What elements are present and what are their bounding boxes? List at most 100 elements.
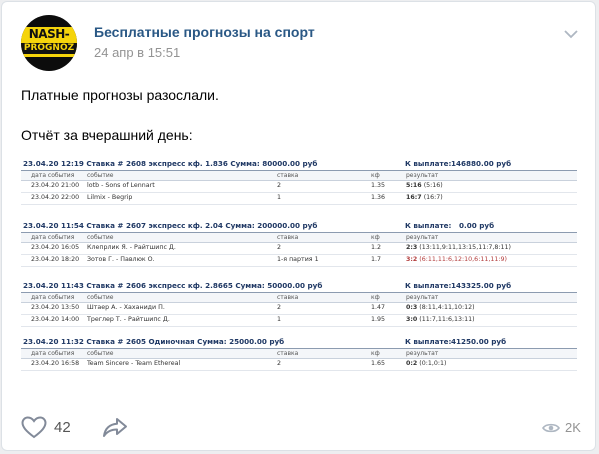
payout-value: 146880.00 руб xyxy=(451,159,512,168)
cell-event: lotb - Sons of Lennart xyxy=(87,182,155,189)
result-score: 2:3 xyxy=(406,244,418,251)
report-column-headers: дата события событие ставка кф результат xyxy=(21,232,577,243)
cell-result: 5:16 (5:16) xyxy=(406,182,443,189)
result-detail: (16:7) xyxy=(423,194,443,201)
cell-date: 23.04.20 16:05 xyxy=(31,244,80,251)
chevron-down-icon[interactable] xyxy=(564,30,578,39)
column-header: событие xyxy=(87,234,114,241)
cell-event: Зотов Г. - Павлюк О. xyxy=(87,256,155,263)
column-header: событие xyxy=(87,172,114,179)
result-score: 3:0 xyxy=(406,316,418,323)
column-header: дата события xyxy=(31,172,75,179)
payout-value: 0.00 руб xyxy=(459,221,495,230)
cell-result: 0:2 (0:1,0:1) xyxy=(406,360,446,367)
column-header: результат xyxy=(406,172,439,179)
report-row: 23.04.20 22:00 Lilmix - Begrip 1 1.36 16:7 (… xyxy=(21,193,577,205)
column-header: событие xyxy=(87,294,114,301)
report-block-title: 23.04.20 12:19 Ставка # 2608 экспресс кф… xyxy=(23,159,318,168)
likes-count[interactable]: 42 xyxy=(54,419,71,436)
cell-date: 23.04.20 16:58 xyxy=(31,360,80,367)
report-block-title: 23.04.20 11:32 Ставка # 2605 Одиночная С… xyxy=(23,337,285,346)
result-score: 0:2 xyxy=(406,360,418,367)
column-header: событие xyxy=(87,350,114,357)
cell-odds: 1.47 xyxy=(371,304,386,311)
cell-odds: 1.7 xyxy=(371,256,382,263)
author-name[interactable]: Бесплатные прогнозы на спорт xyxy=(94,24,315,40)
column-header: дата события xyxy=(31,350,75,357)
cell-date: 23.04.20 13:50 xyxy=(31,304,80,311)
cell-odds: 1.65 xyxy=(371,360,386,367)
cell-odds: 1.36 xyxy=(371,194,386,201)
result-detail: (11:7,11:6,13:11) xyxy=(419,316,475,323)
report-row: 23.04.20 18:20 Зотов Г. - Павлюк О. 1-я па… xyxy=(21,255,577,267)
cell-event: Team Sincere - Team Ethereal xyxy=(87,360,181,367)
cell-odds: 1.2 xyxy=(371,244,382,251)
column-header: ставка xyxy=(277,234,299,241)
post-text-line2: Отчёт за вчерашний день: xyxy=(21,127,193,143)
column-header: дата события xyxy=(31,234,75,241)
result-detail: (5:16) xyxy=(423,182,443,189)
eye-icon xyxy=(542,423,560,433)
cell-stake: 1-я партия 1 xyxy=(277,256,319,263)
report-block-title: 23.04.20 11:54 Ставка # 2607 экспресс кф… xyxy=(23,221,318,230)
payout-label: К выплате: xyxy=(405,337,452,346)
column-header: ставка xyxy=(277,350,299,357)
cell-date: 23.04.20 21:00 xyxy=(31,182,80,189)
column-header: результат xyxy=(406,234,439,241)
result-score: 0:3 xyxy=(406,304,418,311)
column-header: кф xyxy=(371,294,380,301)
cell-stake: 1 xyxy=(277,316,282,323)
report-row: 23.04.20 16:58 Team Sincere - Team Ethere… xyxy=(21,359,577,371)
cell-stake: 2 xyxy=(277,304,282,311)
report-column-headers: дата события событие ставка кф результат xyxy=(21,170,577,181)
views-count: 2K xyxy=(565,420,581,435)
post-date[interactable]: 24 апр в 15:51 xyxy=(94,45,180,60)
result-score: 16:7 xyxy=(406,194,422,201)
heart-icon[interactable] xyxy=(21,416,47,439)
result-detail: (6:11,11:6,12:10,6:11,11:9) xyxy=(419,256,507,263)
report-row: 23.04.20 21:00 lotb - Sons of Lennart 2 1.3… xyxy=(21,181,577,193)
avatar-logo-line1: NASH- xyxy=(28,27,70,41)
result-score: 5:16 xyxy=(406,182,422,189)
column-header: результат xyxy=(406,350,439,357)
cell-stake: 1 xyxy=(277,194,282,201)
payout-label: К выплате: xyxy=(405,281,452,290)
avatar[interactable]: NASH- PROGNOZ xyxy=(21,15,77,71)
cell-result: 2:3 (13:11,9:11,13:15,11:7,8:11) xyxy=(406,244,511,251)
column-header: кф xyxy=(371,172,380,179)
column-header: кф xyxy=(371,234,380,241)
cell-stake: 2 xyxy=(277,360,282,367)
column-header: кф xyxy=(371,350,380,357)
avatar-logo-line2: PROGNOZ xyxy=(21,43,77,54)
report-row: 23.04.20 14:00 Треглер Т. - Райтшипс Д. 1 1… xyxy=(21,315,577,327)
payout-label: К выплате: xyxy=(405,159,452,168)
result-score: 3:2 xyxy=(406,256,418,263)
payout-value: 143325.00 руб xyxy=(451,281,512,290)
cell-result: 0:3 (8:11,4:11,10:12) xyxy=(406,304,475,311)
column-header: результат xyxy=(406,294,439,301)
column-header: ставка xyxy=(277,172,299,179)
report-row: 23.04.20 13:50 Штаер А. - Хаханиди П. 2 1.4… xyxy=(21,303,577,315)
cell-date: 23.04.20 22:00 xyxy=(31,194,80,201)
payout-value: 41250.00 руб xyxy=(451,337,507,346)
cell-event: Lilmix - Begrip xyxy=(87,194,133,201)
cell-stake: 2 xyxy=(277,244,282,251)
result-detail: (0:1,0:1) xyxy=(419,360,447,367)
report-column-headers: дата события событие ставка кф результат xyxy=(21,348,577,359)
cell-result: 3:0 (11:7,11:6,13:11) xyxy=(406,316,475,323)
cell-odds: 1.35 xyxy=(371,182,386,189)
share-icon[interactable] xyxy=(102,417,128,438)
cell-event: Клепрлик Я. - Райтшипс Д. xyxy=(87,244,176,251)
payout-label: К выплате: xyxy=(405,221,452,230)
cell-result: 3:2 (6:11,11:6,12:10,6:11,11:9) xyxy=(406,256,507,263)
post-card: NASH- PROGNOZ Бесплатные прогнозы на спо… xyxy=(1,1,596,451)
report-row: 23.04.20 16:05 Клепрлик Я. - Райтшипс Д. 2… xyxy=(21,243,577,255)
report-image[interactable]: 23.04.20 12:19 Ставка # 2608 экспресс кф… xyxy=(21,155,577,377)
column-header: ставка xyxy=(277,294,299,301)
cell-odds: 1.95 xyxy=(371,316,386,323)
column-header: дата события xyxy=(31,294,75,301)
cell-event: Треглер Т. - Райтшипс Д. xyxy=(87,316,170,323)
cell-event: Штаер А. - Хаханиди П. xyxy=(87,304,165,311)
cell-date: 23.04.20 14:00 xyxy=(31,316,80,323)
result-detail: (8:11,4:11,10:12) xyxy=(419,304,475,311)
